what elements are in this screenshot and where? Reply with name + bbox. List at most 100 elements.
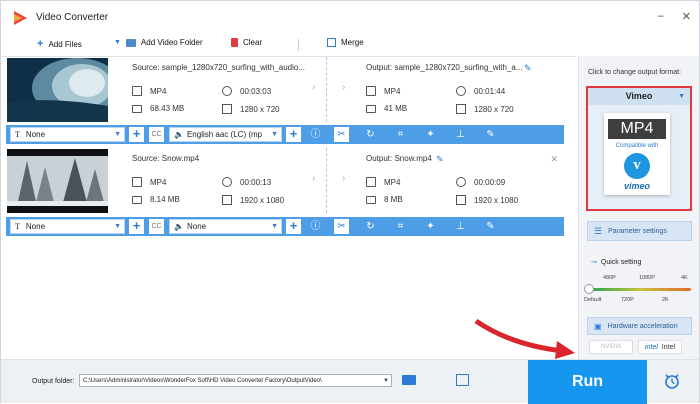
edit-pencil-icon[interactable]: ✎	[484, 220, 497, 233]
add-files-button[interactable]: + Add Files	[37, 38, 82, 50]
window-title: Video Converter	[36, 12, 109, 23]
source-size-value: 8.14 MB	[150, 195, 180, 204]
hardware-acceleration-button[interactable]: ▣ Hardware acceleration	[587, 317, 692, 335]
parameter-settings-button[interactable]: ☰ Parameter settings	[587, 221, 692, 241]
video-file-icon	[366, 177, 376, 187]
source-filename: Source: Snow.mp4	[132, 154, 200, 163]
clear-label: Clear	[243, 38, 263, 47]
source-resolution-value: 1280 x 720	[240, 104, 280, 114]
resolution-icon	[222, 195, 232, 205]
add-subtitle-button[interactable]: +	[129, 219, 144, 234]
folder-icon	[366, 195, 376, 204]
import-folder-icon[interactable]	[456, 374, 469, 386]
effects-wand-icon[interactable]: ✦	[424, 128, 437, 141]
output-format-header[interactable]: Vimeo ▼	[588, 88, 690, 105]
add-video-folder-button[interactable]: ▼ Add Video Folder	[114, 38, 203, 47]
output-duration-value: 00:01:44	[474, 86, 506, 96]
clear-button[interactable]: Clear	[231, 38, 262, 47]
crop-icon[interactable]: ⌗	[394, 220, 407, 233]
add-files-label: Add Files	[48, 39, 82, 49]
quality-slider-track[interactable]	[591, 288, 691, 291]
video-thumbnail[interactable]	[7, 149, 108, 213]
output-folder-path-value: C:\Users\Administrator\Videos\WonderFox …	[83, 378, 322, 384]
output-size-value: 41 MB	[384, 104, 408, 113]
merge-label: Merge	[341, 38, 364, 47]
cc-icon[interactable]: CC	[149, 127, 164, 142]
output-folder-path[interactable]: C:\Users\Administrator\Videos\WonderFox …	[79, 374, 392, 387]
audio-track-select[interactable]: 🔈 English aac (LC) (mp ▼	[169, 127, 282, 142]
tick-default: Default	[584, 297, 602, 303]
source-size-value: 68.43 MB	[150, 104, 185, 113]
add-subtitle-button[interactable]: +	[129, 127, 144, 142]
cc-icon[interactable]: CC	[149, 219, 164, 234]
effects-wand-icon[interactable]: ✦	[424, 220, 437, 233]
output-duration: 00:01:44	[456, 86, 505, 96]
edit-output-name-icon[interactable]: ✎	[524, 63, 532, 74]
subtitle-select[interactable]: T None ▼	[10, 127, 125, 142]
source-duration: 00:03:03	[222, 86, 271, 96]
divider-dashed	[326, 57, 327, 122]
watermark-stamp-icon[interactable]: ⊥	[454, 220, 467, 233]
file-edit-toolbar: T None ▼ + CC 🔈 None ▼ + ⓘ ✂ ↻ ⌗ ✦ ⊥ ✎	[6, 217, 564, 236]
file-item[interactable]: ✕ Source: Snow.mp4 MP4 00:00:13 8.14 MB …	[6, 148, 564, 220]
clock-icon	[222, 86, 232, 96]
output-format-name: Vimeo	[625, 91, 653, 101]
format-card[interactable]: MP4 Compatible with v vimeo	[604, 113, 670, 195]
resolution-icon	[456, 195, 466, 205]
add-video-folder-label: Add Video Folder	[140, 38, 203, 47]
run-label: Run	[571, 373, 604, 390]
output-resolution: 1280 x 720	[456, 104, 514, 114]
file-item[interactable]: Source: sample_1280x720_surfing_with_aud…	[6, 57, 564, 129]
quality-slider-handle[interactable]	[584, 284, 594, 294]
audio-track-select[interactable]: 🔈 None ▼	[169, 219, 282, 234]
output-format: MP4	[366, 86, 400, 96]
edit-output-name-icon[interactable]: ✎	[436, 154, 444, 165]
source-duration: 00:00:13	[222, 177, 271, 187]
crop-icon[interactable]: ⌗	[394, 128, 407, 141]
trash-icon	[231, 38, 238, 47]
resolution-icon	[456, 104, 466, 114]
merge-button[interactable]: Merge	[327, 38, 364, 47]
settings-sliders-icon: ☰	[594, 225, 603, 236]
run-button[interactable]: Run	[528, 360, 647, 404]
subtitle-value: None	[25, 130, 46, 139]
output-format-selector[interactable]: Vimeo ▼ MP4 Compatible with v vimeo	[586, 86, 692, 211]
info-icon[interactable]: ⓘ	[309, 220, 322, 233]
open-folder-icon[interactable]	[402, 375, 416, 385]
folder-icon	[132, 104, 142, 113]
add-audio-button[interactable]: +	[286, 219, 301, 234]
subtitle-select[interactable]: T None ▼	[10, 219, 125, 234]
app-logo-icon	[12, 10, 28, 26]
chevron-right-icon: ›	[312, 173, 316, 184]
watermark-stamp-icon[interactable]: ⊥	[454, 128, 467, 141]
scissors-icon[interactable]: ✂	[334, 127, 349, 142]
nvidia-toggle[interactable]: NVIDIA	[589, 340, 633, 354]
close-icon[interactable]: ✕	[682, 10, 691, 23]
alarm-clock-icon[interactable]	[663, 372, 681, 390]
audio-track-value: English aac (LC) (mp	[186, 130, 263, 139]
rotate-icon[interactable]: ↻	[364, 220, 377, 233]
video-file-icon	[132, 177, 142, 187]
output-resolution: 1920 x 1080	[456, 195, 518, 205]
clock-icon	[222, 177, 232, 187]
remove-file-icon[interactable]: ✕	[550, 154, 558, 165]
output-folder-label: Output folder:	[32, 378, 75, 385]
toolbar-divider	[298, 39, 299, 51]
minimize-icon[interactable]: –	[658, 10, 664, 23]
edit-pencil-icon[interactable]: ✎	[484, 128, 497, 141]
video-thumbnail[interactable]	[7, 58, 108, 122]
info-icon[interactable]: ⓘ	[309, 128, 322, 141]
source-size: 68.43 MB	[132, 104, 184, 113]
scissors-icon[interactable]: ✂	[334, 219, 349, 234]
tick-2k: 2K	[662, 297, 669, 303]
clock-icon	[456, 86, 466, 96]
source-size: 8.14 MB	[132, 195, 180, 204]
rotate-icon[interactable]: ↻	[364, 128, 377, 141]
chevron-down-icon: ▼	[383, 378, 389, 384]
output-duration-value: 00:00:09	[474, 177, 506, 187]
output-size: 8 MB	[366, 195, 403, 204]
audio-track-value: None	[186, 222, 207, 231]
intel-toggle[interactable]: intel Intel	[638, 340, 682, 354]
add-audio-button[interactable]: +	[286, 127, 301, 142]
source-duration-value: 00:00:13	[240, 177, 272, 187]
